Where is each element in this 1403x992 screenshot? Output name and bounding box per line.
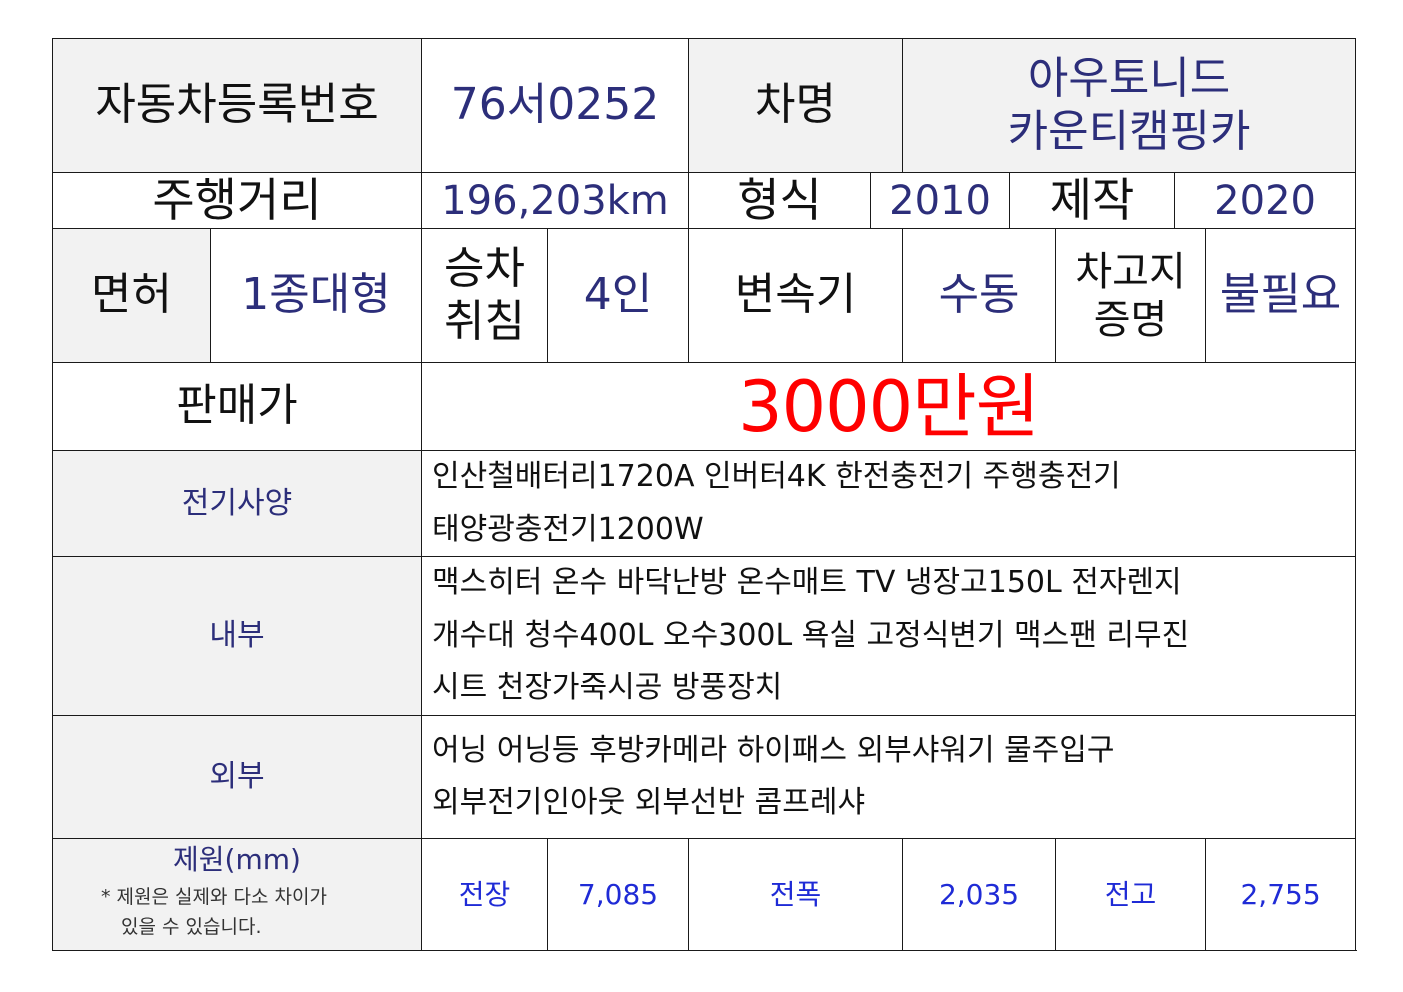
- length-label: 전장: [421, 838, 548, 952]
- dimensions-note-1: * 제원은 실제와 다소 차이가: [101, 886, 327, 909]
- capacity-label-line-2: 취침: [444, 295, 525, 347]
- capacity-label: 승차 취침: [421, 228, 548, 364]
- garage-label: 차고지 증명: [1055, 228, 1207, 364]
- mileage-label: 주행거리: [52, 171, 422, 230]
- transmission-label: 변속기: [688, 228, 904, 364]
- model-value: 2010: [870, 171, 1011, 230]
- electrical-list: 인산철배터리1720A 인버터4K 한전충전기 주행충전기 태양광충전기1200…: [420, 450, 1357, 558]
- model-label: 형식: [688, 171, 872, 230]
- license-label: 면허: [52, 228, 211, 364]
- exterior-line-2: 외부전기인아웃 외부선반 콤프레샤: [432, 785, 866, 821]
- length-value: 7,085: [546, 838, 690, 952]
- car-name-line-2: 카운티캠핑카: [1007, 105, 1251, 157]
- make-value: 2020: [1174, 171, 1357, 230]
- width-value: 2,035: [902, 838, 1057, 952]
- width-label: 전폭: [688, 838, 904, 952]
- electrical-line-1: 인산철배터리1720A 인버터4K 한전충전기 주행충전기: [432, 459, 1121, 495]
- capacity-label-line-1: 승차: [444, 242, 525, 294]
- garage-label-line-2: 증명: [1093, 296, 1168, 343]
- car-name-label: 차명: [688, 38, 904, 173]
- garage-value: 불필요: [1205, 228, 1357, 364]
- price-label: 판매가: [52, 362, 422, 452]
- price-value: 3000만원: [420, 362, 1357, 452]
- height-label: 전고: [1055, 838, 1207, 952]
- row-license: 면허 1종대형 승차 취침 4인 변속기 수동 차고지 증명 불필요: [52, 228, 1357, 364]
- dimensions-note-2: 있을 수 있습니다.: [121, 916, 262, 939]
- transmission-value: 수동: [902, 228, 1057, 364]
- row-exterior: 외부 어닝 어닝등 후방카메라 하이패스 외부샤워기 물주입구 외부전기인아웃 …: [52, 715, 1357, 840]
- electrical-label: 전기사양: [52, 450, 422, 558]
- exterior-line-1: 어닝 어닝등 후방카메라 하이패스 외부샤워기 물주입구: [432, 732, 1115, 768]
- garage-label-line-1: 차고지: [1075, 248, 1186, 295]
- interior-label: 내부: [52, 556, 422, 717]
- registration-label: 자동차등록번호: [52, 38, 422, 173]
- make-label: 제작: [1009, 171, 1176, 230]
- registration-value: 76서0252: [420, 38, 690, 173]
- row-interior: 내부 맥스히터 온수 바닥난방 온수매트 TV 냉장고150L 전자렌지 개수대…: [52, 556, 1357, 717]
- mileage-value: 196,203km: [420, 171, 690, 230]
- row-registration: 자동차등록번호 76서0252 차명 아우토니드 카운티캠핑카: [52, 38, 1357, 173]
- license-value: 1종대형: [210, 228, 422, 364]
- car-name-value: 아우토니드 카운티캠핑카: [902, 38, 1357, 173]
- row-electrical: 전기사양 인산철배터리1720A 인버터4K 한전충전기 주행충전기 태양광충전…: [52, 450, 1357, 558]
- row-mileage: 주행거리 196,203km 형식 2010 제작 2020: [52, 171, 1357, 230]
- interior-line-1: 맥스히터 온수 바닥난방 온수매트 TV 냉장고150L 전자렌지: [432, 565, 1182, 601]
- electrical-line-2: 태양광충전기1200W: [432, 511, 704, 547]
- dimensions-label: 제원(mm): [173, 842, 301, 876]
- dimensions-label-cell: 제원(mm) * 제원은 실제와 다소 차이가 있을 수 있습니다.: [52, 838, 422, 952]
- interior-line-2: 개수대 청수400L 오수300L 욕실 고정식변기 맥스팬 리무진: [432, 617, 1190, 653]
- exterior-list: 어닝 어닝등 후방카메라 하이패스 외부샤워기 물주입구 외부전기인아웃 외부선…: [420, 715, 1357, 840]
- row-price: 판매가 3000만원: [52, 362, 1357, 452]
- car-name-line-1: 아우토니드: [1027, 52, 1231, 104]
- capacity-value: 4인: [546, 228, 690, 364]
- height-value: 2,755: [1205, 838, 1357, 952]
- interior-list: 맥스히터 온수 바닥난방 온수매트 TV 냉장고150L 전자렌지 개수대 청수…: [420, 556, 1357, 717]
- interior-line-3: 시트 천장가죽시공 방풍장치: [432, 670, 783, 706]
- exterior-label: 외부: [52, 715, 422, 840]
- vehicle-spec-table: 자동차등록번호 76서0252 차명 아우토니드 카운티캠핑카 주행거리 196…: [52, 38, 1357, 952]
- row-dimensions: 제원(mm) * 제원은 실제와 다소 차이가 있을 수 있습니다. 전장 7,…: [52, 838, 1357, 952]
